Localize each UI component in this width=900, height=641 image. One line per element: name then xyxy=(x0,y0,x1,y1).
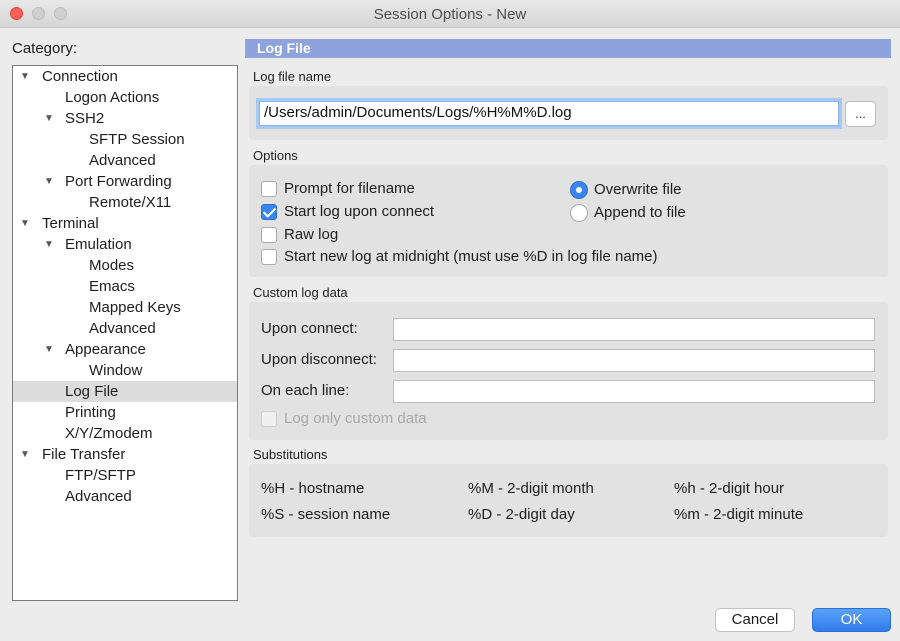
tree-item-emacs[interactable]: Emacs xyxy=(13,276,237,297)
tree-item-label: Advanced xyxy=(89,320,156,337)
checkbox-box[interactable] xyxy=(261,181,277,197)
checkbox-box[interactable] xyxy=(261,227,277,243)
substitutions-group xyxy=(249,464,888,537)
tree-item-file-transfer-advanced[interactable]: Advanced xyxy=(13,486,237,507)
tree-item-connection[interactable]: ▼ Connection xyxy=(13,66,237,87)
disclosure-triangle-icon[interactable]: ▼ xyxy=(44,108,54,129)
tree-item-label: SFTP Session xyxy=(89,131,185,148)
checkbox-box xyxy=(261,411,277,427)
upon-connect-input[interactable] xyxy=(393,318,875,341)
on-each-line-input[interactable] xyxy=(393,380,875,403)
tree-item-port-forwarding[interactable]: ▼ Port Forwarding xyxy=(13,171,237,192)
category-tree[interactable]: ▼ Connection Logon Actions ▼ SSH2 SFTP S… xyxy=(12,65,238,601)
category-label: Category: xyxy=(12,40,78,57)
tree-item-emulation[interactable]: ▼ Emulation xyxy=(13,234,237,255)
substitution-item: %h - 2-digit hour xyxy=(674,480,785,497)
title-bar: Session Options - New xyxy=(0,0,900,28)
substitution-item: %H - hostname xyxy=(261,480,365,497)
tree-item-xyzmodem[interactable]: X/Y/Zmodem xyxy=(13,423,237,444)
checkbox-label: Start log upon connect xyxy=(284,203,435,220)
tree-item-printing[interactable]: Printing xyxy=(13,402,237,423)
checkbox-label: Start new log at midnight (must use %D i… xyxy=(284,248,658,265)
substitution-item: %D - 2-digit day xyxy=(468,506,575,523)
options-label: Options xyxy=(253,148,298,163)
tree-item-label: FTP/SFTP xyxy=(65,467,136,484)
disclosure-triangle-icon[interactable]: ▼ xyxy=(44,339,54,360)
tree-item-terminal[interactable]: ▼ Terminal xyxy=(13,213,237,234)
substitution-item: %S - session name xyxy=(261,506,391,523)
section-header: Log File xyxy=(245,39,891,58)
radio-label: Append to file xyxy=(594,204,686,221)
on-each-line-label: On each line: xyxy=(261,382,350,399)
tree-item-label: Advanced xyxy=(89,152,156,169)
upon-connect-label: Upon connect: xyxy=(261,320,358,337)
tree-item-label: Mapped Keys xyxy=(89,299,181,316)
tree-item-label: File Transfer xyxy=(42,446,126,463)
tree-item-label: Remote/X11 xyxy=(89,194,172,211)
tree-item-ssh2-advanced[interactable]: Advanced xyxy=(13,150,237,171)
substitution-item: %m - 2-digit minute xyxy=(674,506,804,523)
tree-item-emulation-advanced[interactable]: Advanced xyxy=(13,318,237,339)
upon-disconnect-label: Upon disconnect: xyxy=(261,351,377,368)
disclosure-triangle-icon[interactable]: ▼ xyxy=(20,213,30,234)
checkbox-label: Log only custom data xyxy=(284,410,427,427)
tree-item-label: Modes xyxy=(89,257,135,274)
log-file-name-input[interactable]: /Users/admin/Documents/Logs/%H%M%D.log xyxy=(259,101,839,126)
window-title: Session Options - New xyxy=(373,6,527,23)
tree-item-label: Printing xyxy=(65,404,116,421)
tree-item-label: Emulation xyxy=(65,236,132,253)
radio-button[interactable] xyxy=(570,204,588,222)
tree-item-sftp-session[interactable]: SFTP Session xyxy=(13,129,237,150)
ok-button[interactable]: OK xyxy=(812,608,891,632)
tree-item-label: Logon Actions xyxy=(65,89,160,106)
checkbox-label: Raw log xyxy=(284,226,339,243)
tree-item-label: Log File xyxy=(65,383,119,400)
tree-item-label: SSH2 xyxy=(65,110,105,127)
tree-item-label: X/Y/Zmodem xyxy=(65,425,153,442)
tree-item-label: Appearance xyxy=(65,341,146,358)
tree-item-appearance[interactable]: ▼ Appearance xyxy=(13,339,237,360)
tree-item-log-file[interactable]: Log File xyxy=(13,381,237,402)
tree-item-label: Emacs xyxy=(89,278,135,295)
disclosure-triangle-icon[interactable]: ▼ xyxy=(20,444,30,465)
browse-button[interactable]: ... xyxy=(845,101,876,127)
radio-button[interactable] xyxy=(570,181,588,199)
disclosure-triangle-icon[interactable]: ▼ xyxy=(44,234,54,255)
tree-item-mapped-keys[interactable]: Mapped Keys xyxy=(13,297,237,318)
checkbox-box[interactable] xyxy=(261,204,277,220)
substitutions-label: Substitutions xyxy=(253,447,328,462)
log-file-name-label: Log file name xyxy=(253,69,332,84)
tree-item-label: Connection xyxy=(42,68,118,85)
disclosure-triangle-icon[interactable]: ▼ xyxy=(44,171,54,192)
tree-item-label: Window xyxy=(89,362,143,379)
tree-item-remote-x11[interactable]: Remote/X11 xyxy=(13,192,237,213)
upon-disconnect-input[interactable] xyxy=(393,349,875,372)
disclosure-triangle-icon[interactable]: ▼ xyxy=(20,66,30,87)
tree-item-label: Terminal xyxy=(42,215,99,232)
radio-label: Overwrite file xyxy=(594,181,682,198)
cancel-button[interactable]: Cancel xyxy=(715,608,795,632)
custom-log-data-label: Custom log data xyxy=(253,285,348,300)
tree-item-ftp-sftp[interactable]: FTP/SFTP xyxy=(13,465,237,486)
tree-item-window[interactable]: Window xyxy=(13,360,237,381)
tree-item-ssh2[interactable]: ▼ SSH2 xyxy=(13,108,237,129)
checkbox-label: Prompt for filename xyxy=(284,180,415,197)
checkbox-box[interactable] xyxy=(261,249,277,265)
tree-item-label: Port Forwarding xyxy=(65,173,172,190)
tree-item-logon-actions[interactable]: Logon Actions xyxy=(13,87,237,108)
substitution-item: %M - 2-digit month xyxy=(468,480,594,497)
tree-item-file-transfer[interactable]: ▼ File Transfer xyxy=(13,444,237,465)
tree-item-modes[interactable]: Modes xyxy=(13,255,237,276)
tree-item-label: Advanced xyxy=(65,488,132,505)
